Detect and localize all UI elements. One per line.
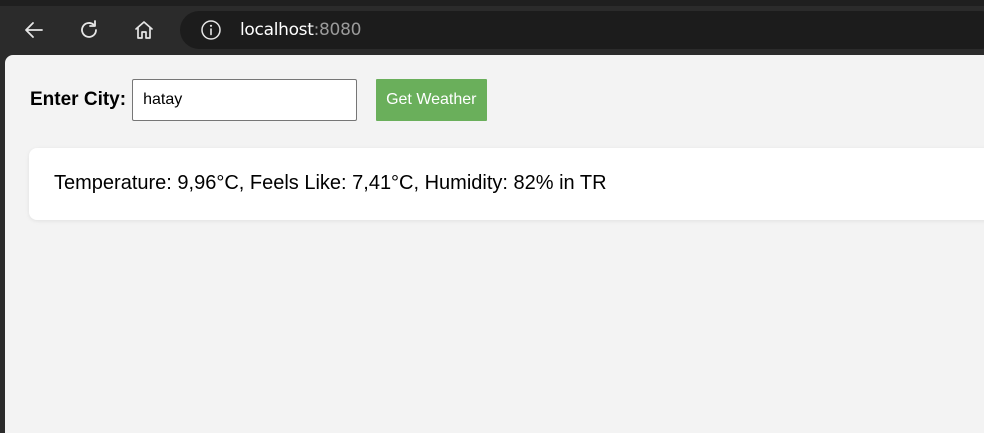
address-bar[interactable]: localhost:8080 [180,11,984,49]
home-icon [132,18,156,42]
url-text[interactable]: localhost:8080 [240,20,361,40]
reload-icon [77,18,101,42]
url-port: :8080 [313,20,362,40]
page-viewport: Enter City: Get Weather Temperature: 9,9… [5,55,984,433]
weather-result-text: Temperature: 9,96°C, Feels Like: 7,41°C,… [54,172,607,194]
browser-window: localhost:8080 Enter City: Get Weather T… [0,0,984,433]
city-form: Enter City: Get Weather [30,79,487,121]
info-icon[interactable] [200,19,222,41]
back-arrow-icon [22,18,46,42]
browser-toolbar: localhost:8080 [0,6,984,54]
weather-result-card: Temperature: 9,96°C, Feels Like: 7,41°C,… [29,148,984,220]
back-button[interactable] [18,14,50,46]
city-label: Enter City: [30,89,127,110]
city-input[interactable] [132,79,358,121]
home-button[interactable] [128,14,160,46]
reload-button[interactable] [73,14,105,46]
url-host: localhost [240,20,314,40]
get-weather-button[interactable]: Get Weather [376,79,487,121]
